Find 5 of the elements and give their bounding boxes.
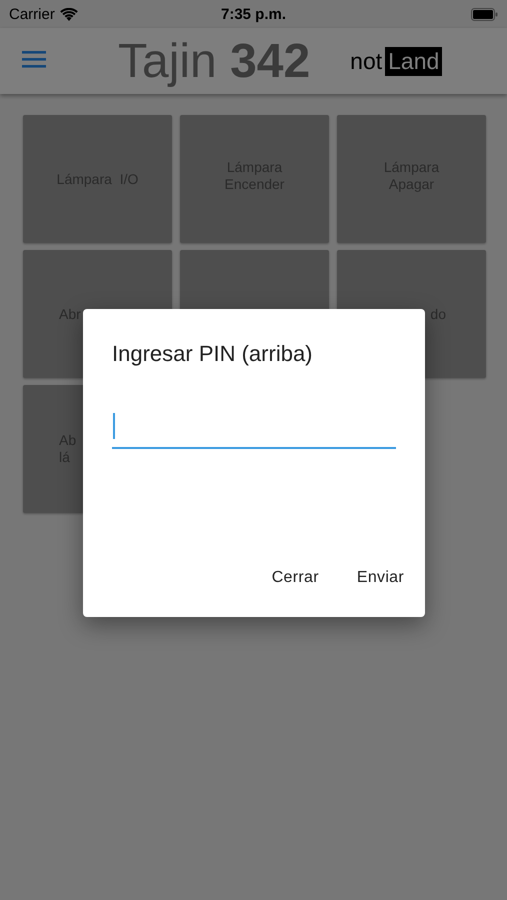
- app-title: Tajin 342: [118, 34, 310, 88]
- brand-logo: not Land: [350, 46, 442, 76]
- dialog-title: Ingresar PIN (arriba): [112, 341, 314, 367]
- carrier-label: Carrier: [9, 6, 55, 22]
- status-time: 7:35 p.m.: [220, 6, 286, 22]
